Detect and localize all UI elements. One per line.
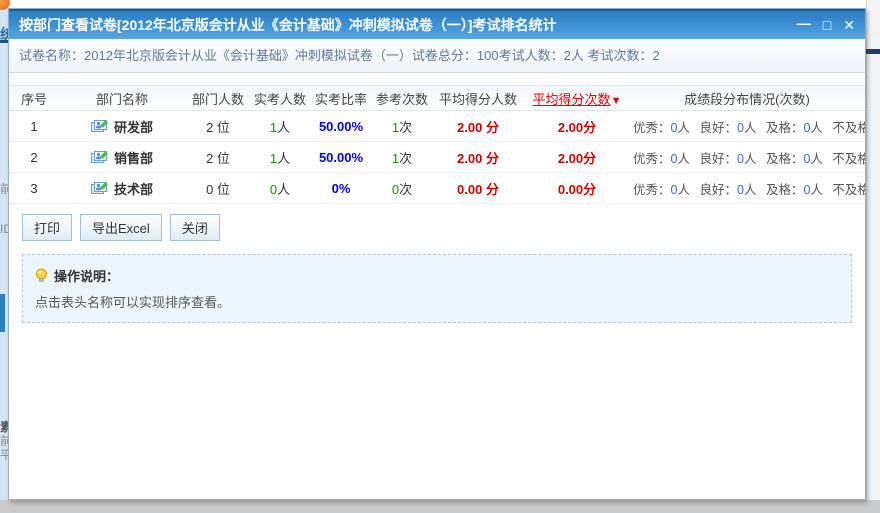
table-header-row: 序号 部门名称 部门人数 实考人数 实考比率 参考次数 平均得分人数 平均得分次… bbox=[9, 85, 865, 111]
cell-actual-count: 1人 bbox=[251, 148, 309, 167]
header-actual-count[interactable]: 实考人数 bbox=[251, 89, 309, 108]
cell-dept: 销售部 bbox=[59, 148, 185, 167]
dist-good: 良好：0人 bbox=[699, 151, 757, 166]
header-score-distribution[interactable]: 成绩段分布情况(次数) bbox=[629, 89, 865, 108]
department-card-icon bbox=[90, 151, 108, 163]
actual-count-unit: 人 bbox=[277, 181, 291, 197]
cell-seq: 3 bbox=[30, 180, 38, 196]
background-page-left-strip: 统 前位 ID 素 前 平 bbox=[0, 0, 9, 500]
cell-dept-size: 2 位 bbox=[206, 150, 230, 166]
ranking-table: 序号 部门名称 部门人数 实考人数 实考比率 参考次数 平均得分人数 平均得分次… bbox=[9, 85, 865, 204]
department-card-icon bbox=[90, 182, 108, 194]
background-page-right-strip: 非 济 证 bbox=[866, 0, 880, 500]
dist-excellent: 优秀：0人 bbox=[633, 151, 690, 166]
actual-count-unit: 人 bbox=[277, 119, 291, 135]
times-unit: 次 bbox=[399, 119, 413, 135]
exam-ranking-dialog: 按部门查看试卷[2012年北京版会计从业《会计基础》冲刺模拟试卷（一）]考试排名… bbox=[8, 8, 866, 500]
dist-fail: 不及格：0人 bbox=[832, 182, 865, 197]
dialog-title: 按部门查看试卷[2012年北京版会计从业《会计基础》冲刺模拟试卷（一）]考试排名… bbox=[19, 17, 557, 33]
dept-name: 技术部 bbox=[113, 181, 153, 197]
dist-fail: 不及格：1人 bbox=[832, 151, 865, 166]
cell-dept-size: 2 位 bbox=[206, 119, 230, 135]
cell-ratio: 50.00% bbox=[318, 118, 364, 134]
table-row: 2 销售部 2 位 1人 50.00% 1次 2.00 分 2.00分 优秀：0… bbox=[9, 142, 865, 173]
cell-dept: 研发部 bbox=[59, 117, 185, 136]
window-controls: — □ ✕ bbox=[797, 16, 855, 32]
dist-good: 良好：0人 bbox=[699, 120, 757, 135]
cell-actual-count: 1人 bbox=[251, 117, 309, 136]
dist-pass: 及格：0人 bbox=[765, 151, 823, 166]
cell-score-distribution: 优秀：0人 良好：0人 及格：0人 不及格：0人 bbox=[629, 179, 865, 198]
cell-seq: 2 bbox=[30, 149, 38, 165]
print-button[interactable]: 打印 bbox=[22, 214, 73, 241]
department-card-icon bbox=[90, 120, 108, 132]
dialog-titlebar[interactable]: 按部门查看试卷[2012年北京版会计从业《会计基础》冲刺模拟试卷（一）]考试排名… bbox=[9, 9, 865, 39]
cell-times: 0次 bbox=[373, 179, 431, 198]
dept-name: 销售部 bbox=[113, 150, 153, 166]
exam-summary-bar: 试卷名称：2012年北京版会计从业《会计基础》冲刺模拟试卷（一）试卷总分：100… bbox=[9, 39, 865, 73]
note-body: 点击表头名称可以实现排序查看。 bbox=[35, 295, 231, 310]
lightbulb-icon bbox=[36, 268, 47, 282]
header-actual-ratio[interactable]: 实考比率 bbox=[309, 89, 373, 108]
cell-ratio: 0% bbox=[331, 180, 351, 196]
cell-dept: 技术部 bbox=[59, 179, 185, 198]
minimize-icon[interactable]: — bbox=[797, 16, 811, 30]
dist-excellent: 优秀：0人 bbox=[633, 120, 690, 135]
cell-avg-score-person: 0.00 分 bbox=[457, 181, 499, 197]
table-row: 3 技术部 0 位 0人 0% 0次 0.00 分 0.00分 优秀：0人 良好… bbox=[9, 173, 865, 204]
cell-ratio: 50.00% bbox=[318, 149, 364, 165]
cell-dept-size: 0 位 bbox=[206, 181, 230, 197]
cell-score-distribution: 优秀：0人 良好：0人 及格：0人 不及格：1人 bbox=[629, 148, 865, 167]
header-attempt-times[interactable]: 参考次数 bbox=[373, 89, 431, 108]
close-icon[interactable]: ✕ bbox=[843, 18, 855, 32]
times-unit: 次 bbox=[399, 150, 413, 166]
background-bottom-band bbox=[0, 500, 880, 513]
cell-times: 1次 bbox=[373, 117, 431, 136]
header-seq[interactable]: 序号 bbox=[9, 89, 59, 108]
cell-actual-count: 0人 bbox=[251, 179, 309, 198]
times-unit: 次 bbox=[399, 181, 413, 197]
cell-avg-score-person: 2.00 分 bbox=[457, 150, 499, 166]
dist-pass: 及格：0人 bbox=[765, 182, 823, 197]
dist-pass: 及格：0人 bbox=[765, 120, 823, 135]
cell-score-distribution: 优秀：0人 良好：0人 及格：0人 不及格：1人 bbox=[629, 117, 865, 136]
close-button[interactable]: 关闭 bbox=[169, 214, 220, 241]
maximize-icon[interactable]: □ bbox=[823, 18, 831, 32]
header-avg-score-person[interactable]: 平均得分人数 bbox=[431, 89, 525, 108]
sort-desc-icon: ▼ bbox=[610, 94, 622, 107]
dist-excellent: 优秀：0人 bbox=[633, 182, 690, 197]
dept-name: 研发部 bbox=[113, 119, 153, 135]
dist-good: 良好：0人 bbox=[699, 182, 757, 197]
actual-count-unit: 人 bbox=[277, 150, 291, 166]
note-title: 操作说明： bbox=[54, 269, 120, 284]
cell-seq: 1 bbox=[30, 118, 38, 134]
cell-times: 1次 bbox=[373, 148, 431, 167]
dist-fail: 不及格：1人 bbox=[832, 120, 865, 135]
header-avg-score-times-sorted[interactable]: 平均得分次数▼ bbox=[525, 89, 629, 108]
background-divider bbox=[0, 40, 8, 43]
export-excel-button[interactable]: 导出Excel bbox=[80, 214, 162, 241]
action-buttons: 打印 导出Excel 关闭 bbox=[22, 214, 865, 241]
background-divider bbox=[866, 49, 880, 54]
table-row: 1 研发部 2 位 1人 50.00% 1次 2.00 分 2.00分 优秀：0… bbox=[9, 111, 865, 142]
cell-avg-score-person: 2.00 分 bbox=[457, 119, 499, 135]
header-dept-size[interactable]: 部门人数 bbox=[185, 89, 251, 108]
operation-note-box: 操作说明： 点击表头名称可以实现排序查看。 bbox=[22, 254, 852, 323]
cell-avg-score-times: 2.00分 bbox=[557, 119, 597, 135]
cell-avg-score-times: 0.00分 bbox=[557, 181, 597, 197]
sorted-header-label: 平均得分次数 bbox=[532, 91, 611, 107]
header-dept-name[interactable]: 部门名称 bbox=[59, 89, 185, 108]
cell-avg-score-times: 2.00分 bbox=[557, 150, 597, 166]
background-decoration bbox=[0, 294, 5, 332]
